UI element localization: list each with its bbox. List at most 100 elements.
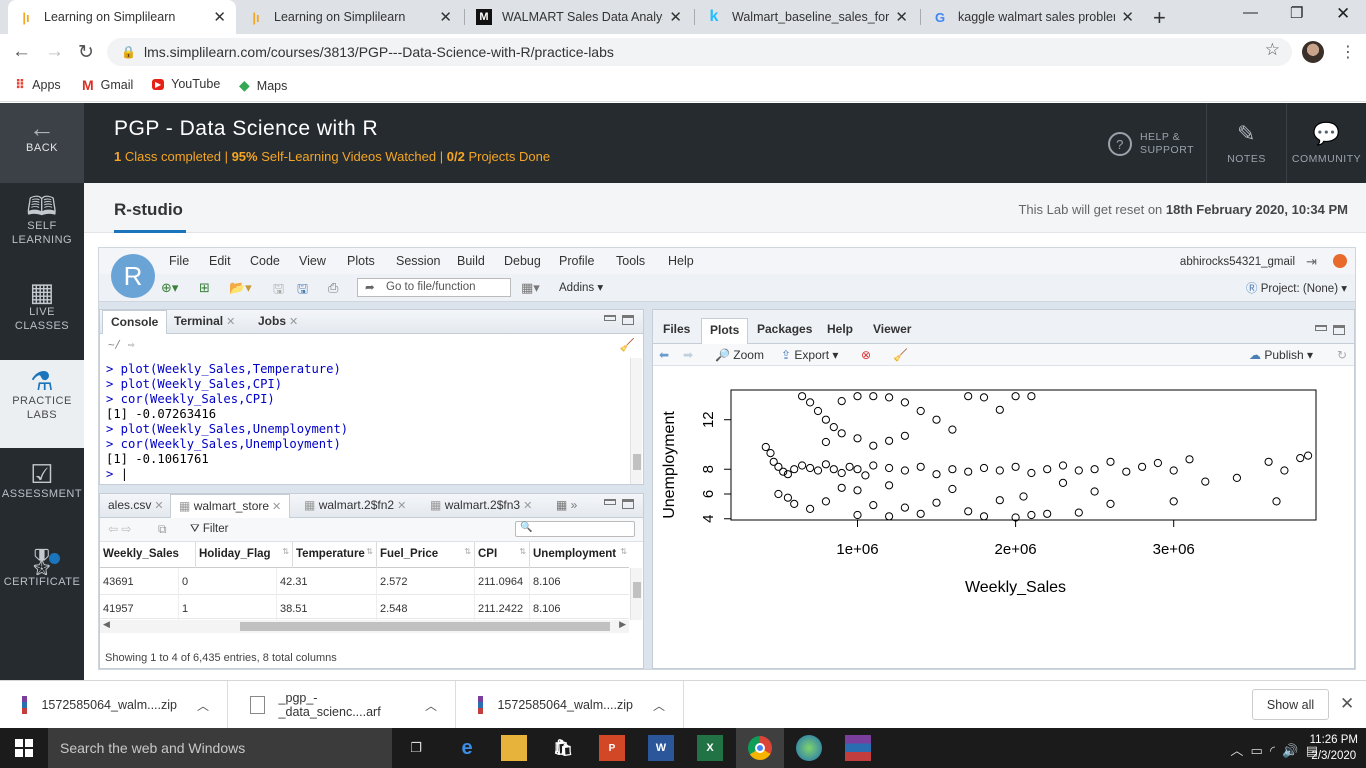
clear-plots-icon[interactable]: 🧹 [893, 348, 908, 362]
close-icon[interactable]: ✕ [523, 500, 532, 512]
community-button[interactable]: 💬 COMMUNITY [1286, 103, 1366, 183]
signout-icon[interactable]: ⇥ [1306, 254, 1317, 270]
print-icon[interactable]: ⎙ [328, 280, 338, 296]
browser-tab[interactable]: G kaggle walmart sales problem ✕ [922, 0, 1144, 34]
save-icon[interactable]: 🖫 [273, 280, 284, 302]
rail-live-classes[interactable]: ▦ LIVE CLASSES [0, 277, 84, 357]
restore-icon[interactable]: ❐ [1290, 4, 1303, 22]
minimize-pane-icon[interactable] [604, 499, 616, 505]
column-header[interactable]: Fuel_Price ⇅ [377, 542, 475, 568]
task-view-icon[interactable]: ❐ [403, 735, 429, 761]
column-header[interactable]: Unemployment ⇅ [530, 542, 630, 568]
project-menu[interactable]: Ⓡ Project: (None) ▾ [1246, 280, 1347, 296]
chevron-up-icon[interactable]: ︿ [197, 697, 209, 714]
tab-viewer[interactable]: Viewer [865, 318, 919, 343]
rail-practice-labs[interactable]: ⚗ PRACTICE LABS [0, 360, 84, 448]
bookmark-star-icon[interactable]: ☆ [1265, 40, 1280, 60]
menu-debug[interactable]: Debug [504, 254, 541, 268]
download-item[interactable]: 1572585064_walm....zip ︿ [0, 681, 228, 729]
new-tab-icon[interactable]: + [1153, 5, 1166, 31]
menu-file[interactable]: File [169, 254, 189, 268]
close-icon[interactable]: ✕ [289, 316, 298, 328]
open-file-icon[interactable]: 📂▾ [229, 280, 252, 296]
tab-walmart-fn2[interactable]: ▦ walmart.2$fn2 ✕ [296, 494, 414, 517]
tab-walmart-store[interactable]: ▦ walmart_store ✕ [170, 494, 291, 518]
menu-plots[interactable]: Plots [347, 254, 375, 268]
close-icon[interactable]: ✕ [154, 500, 163, 512]
taskbar-search[interactable]: Search the web and Windows [48, 728, 392, 768]
chevron-up-icon[interactable]: ︿ [653, 697, 665, 714]
back-arrow-icon[interactable]: ← [12, 41, 31, 63]
minimize-icon[interactable]: — [1243, 4, 1258, 21]
goto-file-input[interactable]: ➦ Go to file/function [357, 278, 511, 297]
clear-console-icon[interactable]: 🧹 [620, 338, 635, 352]
browser-tab[interactable]: |ı Learning on Simplilearn ✕ [8, 0, 236, 34]
tab-console[interactable]: Console [102, 310, 168, 334]
rail-self-learning[interactable]: 🕮 SELF LEARNING [0, 191, 84, 271]
show-all-downloads-button[interactable]: Show all [1252, 689, 1329, 720]
table-vscrollbar[interactable] [630, 568, 642, 620]
chrome-icon[interactable] [736, 728, 784, 768]
menu-edit[interactable]: Edit [209, 254, 231, 268]
browser-tab[interactable]: |ı Learning on Simplilearn ✕ [238, 0, 462, 34]
taskbar-clock[interactable]: 11:26 PM 2/3/2020 [1310, 732, 1358, 764]
bookmark-apps[interactable]: ⠿ Apps [15, 77, 61, 93]
filter-button[interactable]: ⛛ Filter [190, 523, 228, 536]
publish-button[interactable]: ☁ Publish ▾ [1249, 348, 1313, 362]
close-icon[interactable]: ✕ [397, 500, 406, 512]
next-plot-icon[interactable]: ➡ [683, 348, 693, 362]
maximize-pane-icon[interactable] [1333, 325, 1345, 335]
new-project-icon[interactable]: ⊞ [199, 280, 210, 296]
close-tab-icon[interactable]: ✕ [439, 8, 452, 26]
pane-layout-icon[interactable]: ▦▾ [521, 280, 540, 296]
tab-packages[interactable]: Packages [749, 318, 820, 343]
console-output[interactable]: ~/ ⇨ 🧹 > plot(Weekly_Sales,Temperature) … [100, 334, 643, 484]
globe-app-icon[interactable] [796, 735, 822, 761]
column-header[interactable]: Temperature ⇅ [293, 542, 377, 568]
zoom-button[interactable]: 🔎 Zoom [715, 348, 764, 362]
bookmark-gmail[interactable]: M Gmail [82, 77, 133, 93]
menu-session[interactable]: Session [396, 254, 440, 268]
close-tab-icon[interactable]: ✕ [669, 8, 682, 26]
minimize-pane-icon[interactable] [1315, 325, 1327, 331]
edge-icon[interactable]: e [454, 735, 480, 761]
export-button[interactable]: ⇪ Export ▾ [781, 348, 838, 362]
close-tab-icon[interactable]: ✕ [1121, 8, 1134, 26]
scroll-thumb[interactable] [633, 454, 641, 470]
power-icon[interactable] [1333, 254, 1347, 268]
more-tabs-icon[interactable]: ▦ » [548, 494, 585, 517]
close-window-icon[interactable]: ✕ [1336, 4, 1350, 24]
tab-sales-csv[interactable]: ales.csv ✕ [100, 494, 172, 517]
menu-view[interactable]: View [299, 254, 326, 268]
excel-icon[interactable]: X [697, 735, 723, 761]
system-tray[interactable]: ︿ ▭ ◜ 🔊 ▤ [1230, 740, 1318, 759]
close-icon[interactable]: ✕ [272, 501, 281, 513]
close-tab-icon[interactable]: ✕ [895, 8, 908, 26]
help-support-button[interactable]: ? HELP & SUPPORT [1096, 103, 1206, 183]
console-prompt[interactable]: > | [106, 467, 128, 482]
browser-tab[interactable]: M WALMART Sales Data Analysis ✕ [466, 0, 692, 34]
column-header[interactable]: CPI ⇅ [475, 542, 530, 568]
new-file-icon[interactable]: ⊕▾ [161, 280, 178, 296]
word-icon[interactable]: W [648, 735, 674, 761]
file-explorer-icon[interactable] [501, 735, 527, 761]
tab-plots[interactable]: Plots [701, 318, 749, 344]
browser-tab[interactable]: k Walmart_baseline_sales_foreca ✕ [696, 0, 918, 34]
close-tab-icon[interactable]: ✕ [213, 8, 226, 26]
tab-walmart-fn3[interactable]: ▦ walmart.2$fn3 ✕ [422, 494, 540, 517]
download-item[interactable]: 1572585064_walm....zip ︿ [456, 681, 684, 729]
remove-plot-icon[interactable]: ⊗ [861, 348, 871, 362]
download-item[interactable]: _pgp_-_data_scienc....arf ︿ [228, 681, 456, 729]
maximize-pane-icon[interactable] [622, 315, 634, 325]
start-button[interactable] [0, 728, 48, 768]
menu-build[interactable]: Build [457, 254, 485, 268]
back-forward-icon[interactable]: ⇦ ⇨ [108, 522, 131, 536]
tab-files[interactable]: Files [655, 318, 698, 343]
column-header[interactable]: Holiday_Flag ⇅ [196, 542, 293, 568]
tab-help[interactable]: Help [819, 318, 861, 343]
addins-menu[interactable]: Addins ▾ [559, 280, 603, 294]
rail-back[interactable]: ← BACK [0, 103, 84, 183]
store-icon[interactable]: 🛍 [550, 735, 576, 761]
scroll-right-icon[interactable]: ▶ [619, 619, 626, 630]
popout-icon[interactable]: ⧉ [158, 522, 167, 537]
